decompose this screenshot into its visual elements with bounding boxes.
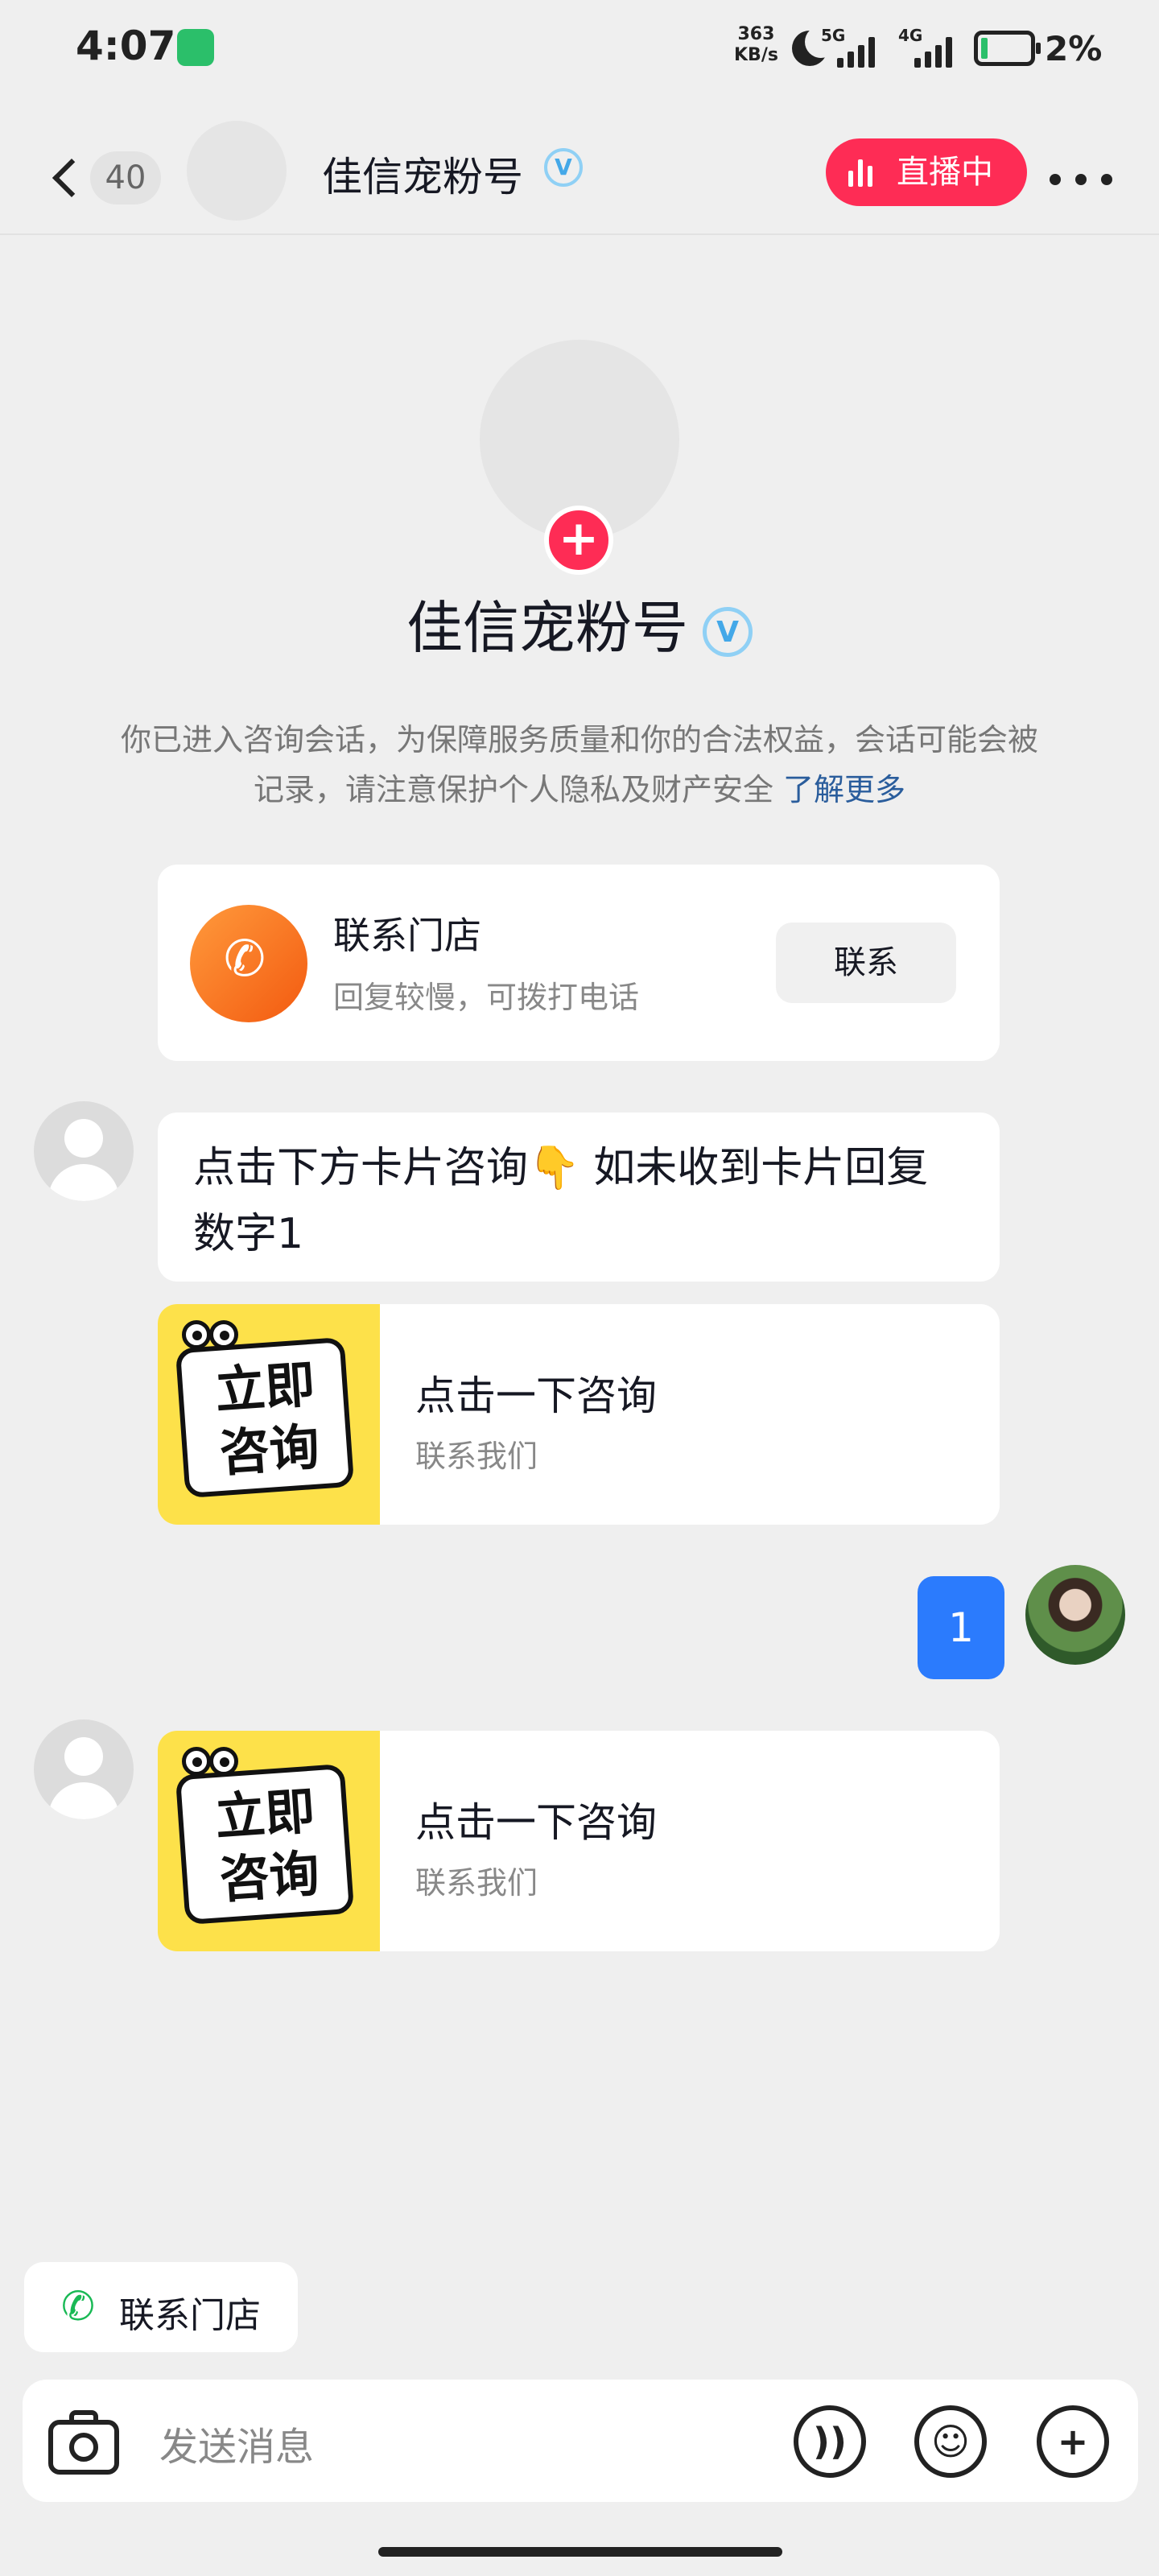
contact-store-card: ✆ 联系门店 回复较慢，可拨打电话 联系: [158, 865, 1000, 1061]
learn-more-link[interactable]: 了解更多: [783, 772, 905, 807]
consult-card[interactable]: 立即 咨询 点击一下咨询 联系我们: [158, 1304, 1000, 1525]
merchant-avatar[interactable]: [34, 1719, 134, 1819]
more-options-button[interactable]: [1050, 145, 1114, 209]
contact-button[interactable]: 联系: [776, 923, 956, 1003]
home-indicator[interactable]: [378, 2547, 782, 2557]
verified-badge-icon: V: [703, 606, 753, 657]
message-input-bar: 发送消息 )) ☺ +: [23, 2380, 1138, 2502]
contact-card-subtitle: 回复较慢，可拨打电话: [333, 980, 640, 1015]
consult-card-title: 点击一下咨询: [415, 1373, 657, 1419]
consult-sign: 立即 咨询: [175, 1763, 355, 1926]
consult-sign-line2: 咨询: [217, 1843, 322, 1909]
verified-badge-icon: V: [544, 148, 583, 187]
phone-icon: ✆: [190, 905, 307, 1022]
live-bars-icon: [848, 158, 881, 187]
live-button[interactable]: 直播中: [826, 138, 1027, 206]
consult-card[interactable]: 立即 咨询 点击一下咨询 联系我们: [158, 1731, 1000, 1951]
header-avatar[interactable]: [187, 121, 287, 221]
my-avatar[interactable]: [1025, 1565, 1125, 1665]
unread-count-badge: 40: [90, 151, 161, 204]
signal-4g-icon: [914, 35, 952, 68]
profile-name-text: 佳信宠粉号: [406, 595, 688, 661]
consult-card-image: 立即 咨询: [158, 1731, 380, 1951]
consult-card-subtitle: 联系我们: [415, 1439, 538, 1474]
consult-sign-line1: 立即: [212, 1354, 317, 1421]
chat-header: 40 佳信宠粉号 V 直播中: [0, 121, 1159, 235]
consult-sign: 立即 咨询: [175, 1336, 355, 1499]
message-bubble[interactable]: 点击下方卡片咨询👇 如未收到卡片回复数字1: [158, 1113, 1000, 1282]
battery-percent: 2%: [1045, 29, 1103, 68]
consult-card-image: 立即 咨询: [158, 1304, 380, 1525]
consult-card-subtitle: 联系我们: [415, 1865, 538, 1901]
status-bar: 4:07 363 KB/s 5G 4G 2%: [0, 0, 1159, 97]
camera-icon[interactable]: [48, 2407, 119, 2475]
consult-card-title: 点击一下咨询: [415, 1799, 657, 1846]
consult-sign-line1: 立即: [212, 1781, 317, 1847]
phone-icon: ✆: [61, 2283, 95, 2330]
contact-store-chip[interactable]: ✆ 联系门店: [24, 2262, 298, 2352]
profile-name: 佳信宠粉号 V: [0, 583, 1159, 664]
merchant-avatar[interactable]: [34, 1101, 134, 1201]
status-time: 4:07: [76, 23, 176, 69]
shield-icon: [177, 29, 214, 66]
signal-5g-icon: [837, 35, 875, 68]
voice-icon[interactable]: )): [794, 2405, 866, 2478]
contact-store-chip-label: 联系门店: [119, 2295, 261, 2336]
privacy-notice: 你已进入咨询会话，为保障服务质量和你的合法权益，会话可能会被记录，请注意保护个人…: [121, 715, 1038, 815]
consult-sign-line2: 咨询: [217, 1417, 322, 1483]
live-label: 直播中: [897, 154, 993, 191]
header-title[interactable]: 佳信宠粉号: [322, 145, 523, 203]
back-button[interactable]: 40: [48, 147, 161, 208]
network-speed-value: 363: [737, 24, 775, 44]
my-message-bubble[interactable]: 1: [918, 1576, 1004, 1679]
network-speed-unit: KB/s: [734, 45, 778, 65]
emoji-icon[interactable]: ☺: [914, 2405, 987, 2478]
follow-plus-button[interactable]: +: [544, 506, 613, 575]
message-input[interactable]: 发送消息: [159, 2415, 314, 2471]
network-speed: 363 KB/s: [734, 24, 778, 66]
chevron-left-icon: [52, 158, 92, 198]
plus-icon[interactable]: +: [1037, 2405, 1109, 2478]
battery-icon: [974, 31, 1041, 66]
contact-card-title: 联系门店: [333, 914, 481, 957]
